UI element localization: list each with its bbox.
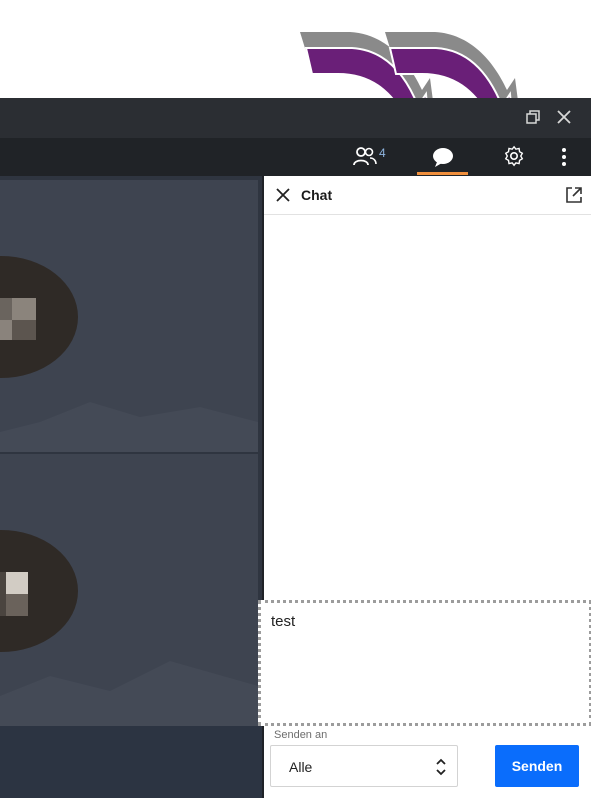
chat-bubble-icon[interactable]	[431, 146, 455, 168]
more-vertical-icon[interactable]	[560, 147, 568, 167]
external-link-icon[interactable]	[564, 185, 584, 205]
chat-compose-input[interactable]: test	[258, 600, 591, 726]
video-bottom-bar	[0, 726, 262, 798]
window-close-icon[interactable]	[555, 108, 573, 126]
chat-messages-area	[264, 215, 591, 600]
restore-icon[interactable]	[524, 108, 542, 126]
chat-header: Chat	[264, 176, 591, 215]
recipient-select-value: Alle	[289, 759, 313, 775]
participant-tile[interactable]	[0, 454, 258, 726]
video-grid	[0, 176, 262, 798]
chat-panel: Chat test Senden an Alle Senden	[258, 176, 591, 798]
recipient-select[interactable]: Alle	[270, 745, 458, 787]
chat-title: Chat	[301, 187, 333, 203]
select-updown-icon	[436, 758, 446, 776]
people-icon[interactable]	[352, 146, 378, 168]
participant-tile[interactable]	[0, 180, 258, 452]
avatar-pixelated-image	[0, 572, 28, 616]
send-button[interactable]: Senden	[495, 745, 579, 787]
window-titlebar	[0, 98, 591, 138]
send-to-label: Senden an	[274, 729, 328, 741]
close-icon[interactable]	[275, 187, 291, 203]
gear-icon[interactable]	[503, 145, 525, 167]
chat-tab-active-indicator	[417, 172, 468, 175]
avatar-pixelated-image	[0, 298, 36, 340]
compose-text-value: test	[271, 613, 296, 630]
participant-count-badge: 4	[379, 146, 386, 160]
